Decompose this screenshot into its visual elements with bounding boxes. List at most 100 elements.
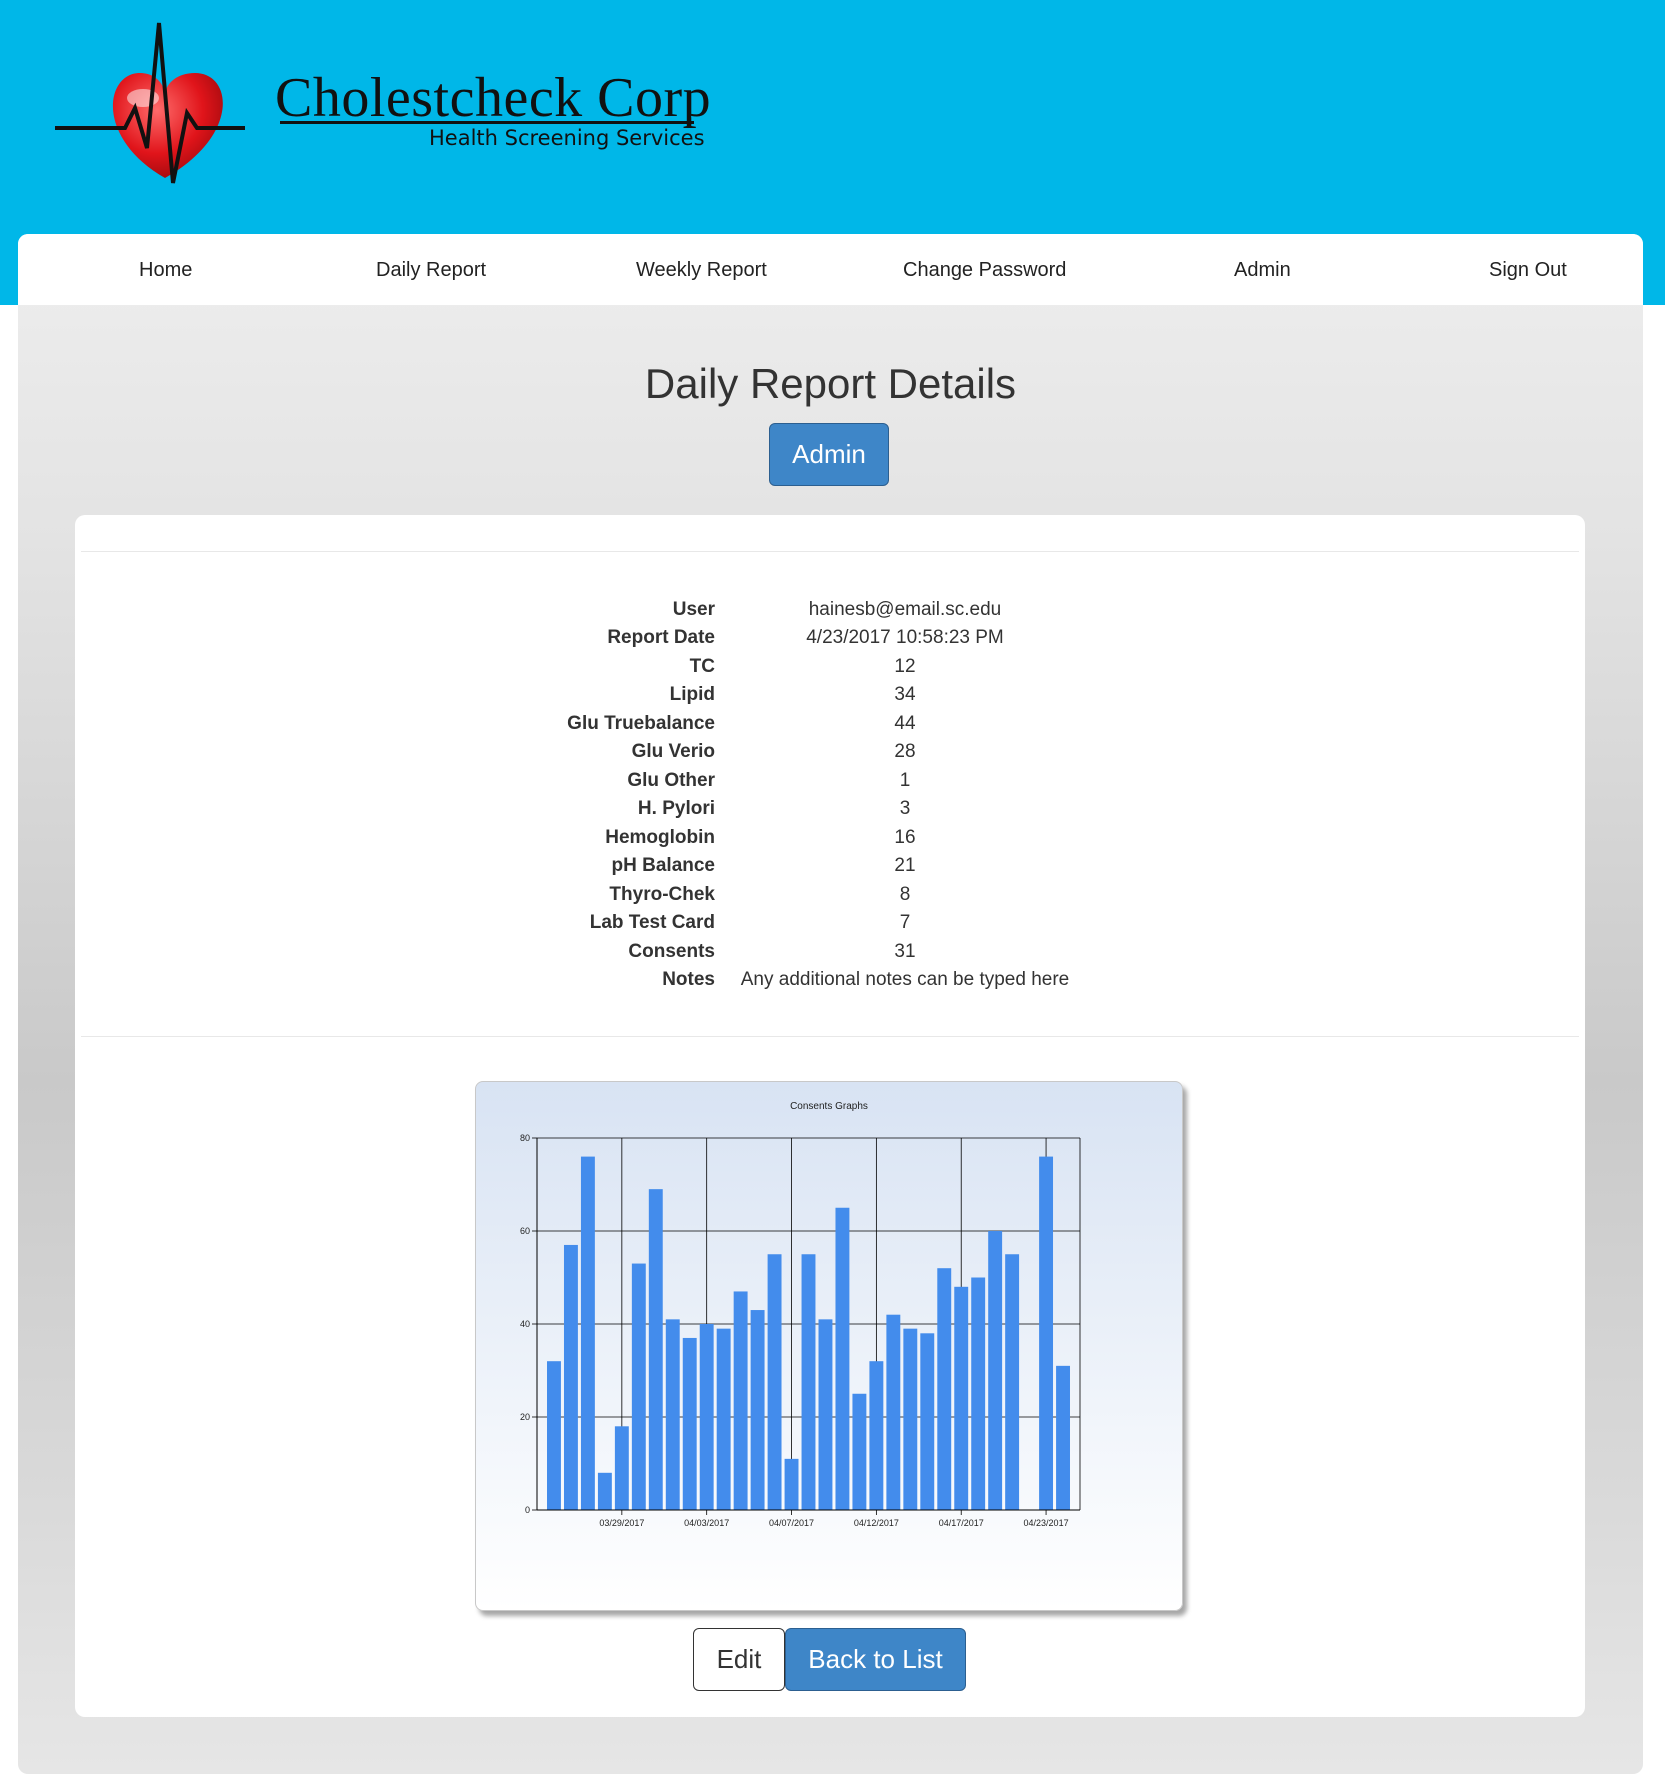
detail-row-h-pylori: H. Pylori 3: [75, 798, 1585, 826]
y-tick-label: 0: [525, 1505, 530, 1515]
chart-bar: [631, 1263, 646, 1510]
y-tick-label: 60: [520, 1226, 530, 1236]
detail-value: 7: [899, 912, 911, 933]
detail-label: H. Pylori: [637, 798, 715, 819]
detail-row-hemoglobin: Hemoglobin 16: [75, 827, 1585, 855]
chart-bar: [937, 1268, 952, 1510]
edit-button[interactable]: Edit: [693, 1628, 785, 1691]
chart-bar: [1005, 1254, 1020, 1510]
y-tick-label: 80: [520, 1133, 530, 1143]
detail-row-lab-test-card: Lab Test Card 7: [75, 912, 1585, 940]
detail-value: 16: [894, 827, 916, 848]
detail-row-lipid: Lipid 34: [75, 684, 1585, 712]
detail-value: 8: [899, 884, 911, 905]
detail-label: Glu Other: [627, 770, 715, 791]
back-to-list-button[interactable]: Back to List: [785, 1628, 966, 1691]
chart-bar: [750, 1310, 765, 1510]
brand-tagline: Health Screening Services: [429, 126, 705, 150]
nav-sign-out[interactable]: Sign Out: [1489, 259, 1567, 282]
x-tick-label: 04/03/2017: [684, 1518, 729, 1528]
chart-svg: Consents Graphs 0 20 40 60 80 03/29/2017 04/03…: [520, 1101, 1081, 1528]
nav-admin[interactable]: Admin: [1234, 259, 1291, 282]
detail-label: Glu Truebalance: [567, 713, 715, 734]
detail-label: pH Balance: [611, 855, 715, 876]
nav-weekly-report[interactable]: Weekly Report: [636, 259, 767, 282]
divider-top: [81, 551, 1579, 552]
chart-bar: [784, 1458, 799, 1510]
consents-chart: Consents Graphs 0 20 40 60 80 03/29/2017 04/03…: [475, 1081, 1183, 1611]
detail-row-notes: Notes Any additional notes can be typed h…: [75, 969, 1585, 997]
chart-bar: [648, 1189, 663, 1510]
chart-bar: [580, 1156, 595, 1510]
x-tick-label: 03/29/2017: [599, 1518, 644, 1528]
detail-row-glu-truebalance: Glu Truebalance 44: [75, 713, 1585, 741]
detail-value: 31: [894, 941, 916, 962]
detail-value: 3: [899, 798, 911, 819]
x-tick-label: 04/17/2017: [939, 1518, 984, 1528]
detail-label: Consents: [628, 941, 715, 962]
detail-row-report-date: Report Date 4/23/2017 10:58:23 PM: [75, 627, 1585, 655]
detail-row-glu-verio: Glu Verio 28: [75, 741, 1585, 769]
chart-bar: [597, 1472, 612, 1510]
chart-bar: [818, 1319, 833, 1510]
chart-bar: [886, 1314, 901, 1510]
brand-logo[interactable]: Cholestcheck Corp Health Screening Servi…: [55, 18, 715, 218]
chart-bar: [920, 1333, 935, 1510]
detail-row-ph-balance: pH Balance 21: [75, 855, 1585, 883]
divider-bottom: [81, 1036, 1579, 1037]
detail-row-glu-other: Glu Other 1: [75, 770, 1585, 798]
chart-bars: [547, 1156, 1070, 1510]
detail-value: 44: [894, 713, 916, 734]
detail-row-user: User hainesb@email.sc.edu: [75, 599, 1585, 627]
detail-value: 12: [894, 656, 916, 677]
chart-bar: [767, 1254, 782, 1510]
y-tick-label: 40: [520, 1319, 530, 1329]
heart-logo-icon: [55, 22, 245, 184]
detail-row-consents: Consents 31: [75, 941, 1585, 969]
nav-home[interactable]: Home: [139, 259, 192, 282]
detail-row-thyro-chek: Thyro-Chek 8: [75, 884, 1585, 912]
chart-bar: [835, 1207, 850, 1510]
nav-change-password[interactable]: Change Password: [903, 259, 1066, 282]
detail-value: 1: [899, 770, 911, 791]
x-tick-label: 04/23/2017: [1024, 1518, 1069, 1528]
detail-value: 4/23/2017 10:58:23 PM: [806, 627, 1004, 648]
detail-row-tc: TC 12: [75, 656, 1585, 684]
chart-bar: [1039, 1156, 1054, 1510]
detail-label: Glu Verio: [631, 741, 715, 762]
detail-label: Report Date: [607, 627, 715, 648]
details-panel: User hainesb@email.sc.edu Report Date 4/23…: [75, 515, 1585, 1717]
brand-name: Cholestcheck Corp: [275, 67, 712, 129]
chart-bar: [547, 1361, 561, 1510]
chart-bar: [852, 1393, 867, 1510]
detail-label: Hemoglobin: [605, 827, 715, 848]
chart-bar: [971, 1277, 986, 1510]
chart-bar: [614, 1426, 629, 1510]
chart-bar: [1056, 1365, 1070, 1510]
chart-bar: [869, 1361, 884, 1510]
x-tick-label: 04/07/2017: [769, 1518, 814, 1528]
chart-bar: [988, 1231, 1003, 1510]
page-title: Daily Report Details: [644, 360, 1017, 407]
chart-bar: [716, 1328, 731, 1510]
chart-bar: [801, 1254, 816, 1510]
detail-label: Lab Test Card: [589, 912, 715, 933]
detail-value: Any additional notes can be typed here: [740, 969, 1070, 990]
detail-value: 21: [894, 855, 916, 876]
content-card: Home Daily Report Weekly Report Change P…: [18, 234, 1643, 1774]
detail-value: 34: [894, 684, 916, 705]
chart-bar: [682, 1337, 697, 1510]
x-tick-label: 04/12/2017: [854, 1518, 899, 1528]
admin-button[interactable]: Admin: [769, 423, 889, 486]
chart-bar: [665, 1319, 680, 1510]
y-tick-label: 20: [520, 1412, 530, 1422]
chart-bar: [563, 1244, 578, 1510]
nav-daily-report[interactable]: Daily Report: [376, 259, 486, 282]
chart-title: Consents Graphs: [790, 1101, 868, 1112]
detail-value: 28: [894, 741, 916, 762]
detail-label: Thyro-Chek: [609, 884, 715, 905]
chart-bar: [733, 1291, 748, 1510]
chart-bar: [903, 1328, 918, 1510]
chart-bar: [954, 1286, 969, 1510]
navbar: Home Daily Report Weekly Report Change P…: [18, 234, 1643, 305]
